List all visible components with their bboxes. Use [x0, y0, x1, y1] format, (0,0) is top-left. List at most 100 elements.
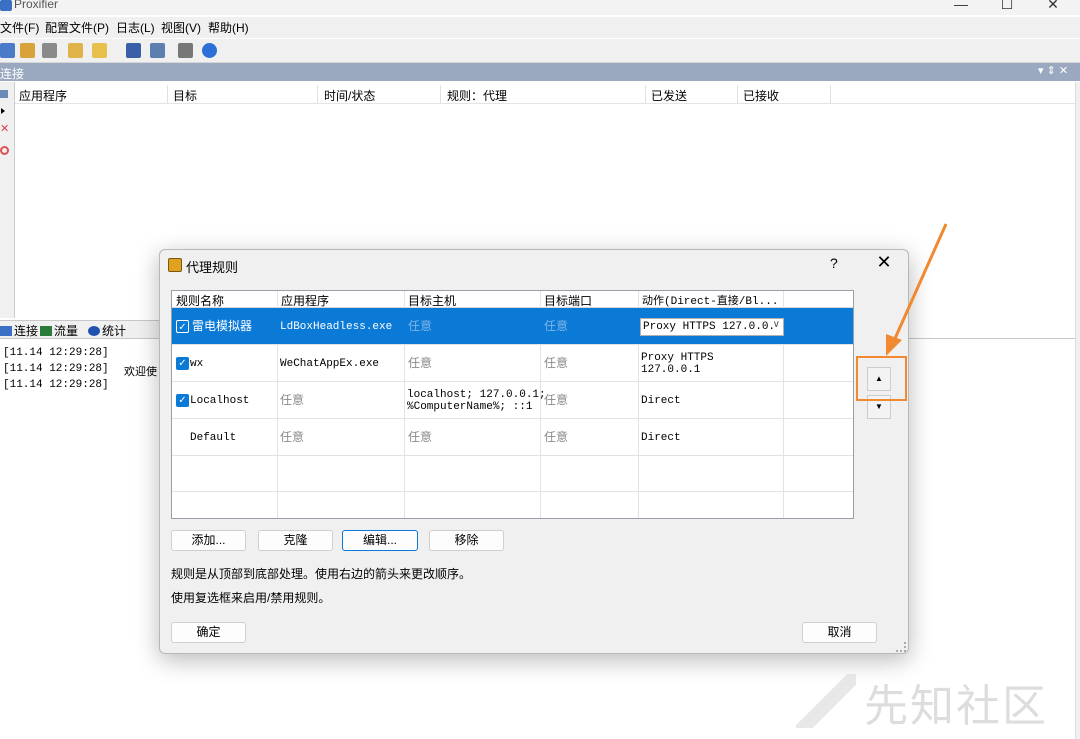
toolbar — [0, 39, 1080, 63]
rule-row[interactable]: Default 任意 任意 任意 Direct — [172, 419, 853, 456]
bottom-tab-bar: 连接 流量 统计 — [0, 320, 170, 338]
hint-checkbox-text: 使用复选框来启用/禁用规则。 — [171, 591, 331, 605]
rule-target-port: 任意 — [544, 319, 569, 333]
col-divider[interactable] — [440, 85, 441, 103]
highlight-box — [856, 356, 907, 401]
rule-target-port: 任意 — [544, 430, 569, 444]
connections-panel-header: 连接 ▾ ⇕ ✕ — [0, 63, 1080, 81]
col-application[interactable]: 应用程序 — [19, 87, 67, 104]
watermark-logo-icon — [796, 674, 856, 728]
block-icon[interactable] — [0, 146, 9, 155]
print-icon[interactable] — [178, 43, 193, 58]
tab-traffic[interactable]: 流量 — [40, 322, 78, 338]
col-time-status[interactable]: 时间/状态 — [324, 87, 375, 104]
export-icon[interactable] — [150, 43, 165, 58]
menu-profile[interactable]: 配置文件(P) — [45, 19, 109, 36]
empty-row — [172, 456, 853, 492]
close-connection-icon[interactable]: ✕ — [0, 122, 9, 135]
chevron-down-icon: ∨ — [772, 319, 780, 330]
help-icon[interactable] — [202, 43, 217, 58]
tab-statistics-label: 统计 — [102, 324, 127, 338]
rule-target-port: 任意 — [544, 356, 569, 370]
statistics-tab-icon — [88, 326, 100, 336]
rule-row[interactable]: ✓ Localhost 任意 localhost; 127.0.0.1; %Co… — [172, 382, 853, 419]
rule-enabled-checkbox[interactable]: ✓ — [176, 357, 189, 370]
window-title: Proxifier — [14, 0, 59, 11]
connections-panel-title: 连接 — [0, 67, 25, 81]
cancel-button[interactable]: 取消 — [802, 622, 877, 643]
remove-rule-button[interactable]: 移除 — [429, 530, 504, 551]
rule-name: Localhost — [190, 395, 250, 407]
rule-action-select[interactable]: Proxy HTTPS 127.0.0. ∨ — [640, 318, 784, 336]
menu-help[interactable]: 帮助(H) — [208, 19, 249, 36]
dialog-close-button[interactable]: ✕ — [872, 252, 896, 273]
connections-side-toolbar: ✕ — [0, 82, 15, 318]
tab-connections[interactable]: 连接 — [0, 322, 38, 338]
rule-name: Default — [190, 432, 237, 444]
col-divider[interactable] — [645, 85, 646, 103]
save-icon[interactable] — [126, 43, 141, 58]
rule-application: WeChatAppEx.exe — [280, 358, 380, 370]
col-rule-name[interactable]: 规则名称 — [176, 292, 276, 309]
connections-tab-icon — [0, 326, 12, 336]
tree-icon[interactable] — [0, 90, 8, 98]
main-scrollbar[interactable] — [1075, 82, 1080, 739]
menu-view[interactable]: 视图(V) — [161, 19, 201, 36]
open-profile-icon[interactable] — [92, 43, 107, 58]
menu-bar: 文件(F) 配置文件(P) 日志(L) 视图(V) 帮助(H) — [0, 17, 1080, 38]
traffic-tab-icon — [40, 326, 52, 336]
col-rule-port[interactable]: 目标端口 — [544, 292, 634, 309]
rule-action: Direct — [641, 395, 681, 407]
watermark-text: 先知社区 — [864, 681, 1048, 732]
rule-action-value: Proxy HTTPS 127.0.0. — [643, 321, 776, 333]
rule-name: wx — [190, 358, 204, 370]
rule-application: 任意 — [280, 430, 305, 444]
rule-enabled-checkbox[interactable]: ✓ — [176, 320, 189, 333]
menu-file[interactable]: 文件(F) — [0, 19, 39, 36]
new-profile-icon[interactable] — [0, 43, 15, 58]
col-rule-proxy[interactable]: 规则：代理 — [447, 87, 507, 104]
log-line-time: [11.14 12:29:28] — [3, 347, 109, 359]
col-sent[interactable]: 已发送 — [651, 87, 687, 104]
ok-button[interactable]: 确定 — [171, 622, 246, 643]
col-received[interactable]: 已接收 — [743, 87, 779, 104]
rule-row[interactable]: ✓ 雷电模拟器 LdBoxHeadless.exe 任意 任意 Proxy HT… — [172, 308, 853, 345]
rules-icon[interactable] — [20, 43, 35, 58]
col-divider[interactable] — [167, 85, 168, 103]
close-window-button[interactable]: ✕ — [1030, 0, 1076, 14]
rules-table: 规则名称 应用程序 目标主机 目标端口 动作(Direct-直接/Bl... ✓… — [171, 290, 854, 519]
rule-row[interactable]: ✓ wx WeChatAppEx.exe 任意 任意 Proxy HTTPS 1… — [172, 345, 853, 382]
rule-action-line: Proxy HTTPS — [641, 352, 714, 364]
rule-target-host-line: %ComputerName%; ::1 — [407, 401, 533, 413]
minimize-button[interactable]: — — [938, 0, 984, 14]
expand-icon[interactable] — [1, 108, 5, 114]
resize-grip-icon[interactable] — [896, 642, 906, 652]
rule-application: LdBoxHeadless.exe — [280, 321, 393, 333]
col-target[interactable]: 目标 — [173, 87, 197, 104]
tab-statistics[interactable]: 统计 — [88, 322, 126, 338]
col-rule-host[interactable]: 目标主机 — [408, 292, 538, 309]
clone-rule-button[interactable]: 克隆 — [258, 530, 333, 551]
panel-controls[interactable]: ▾ ⇕ ✕ — [1038, 64, 1068, 77]
col-rule-action[interactable]: 动作(Direct-直接/Bl... — [642, 292, 782, 308]
connections-table-header: 应用程序 目标 时间/状态 规则：代理 已发送 已接收 — [15, 83, 1075, 104]
log-line-message: 欢迎使 — [124, 365, 157, 378]
col-divider[interactable] — [317, 85, 318, 103]
menu-log[interactable]: 日志(L) — [116, 19, 155, 36]
maximize-button[interactable]: ☐ — [984, 0, 1030, 14]
add-rule-button[interactable]: 添加... — [171, 530, 246, 551]
rule-target-host: 任意 — [408, 430, 433, 444]
title-bar: Proxifier — ☐ ✕ — [0, 0, 1080, 15]
proxy-servers-icon[interactable] — [42, 43, 57, 58]
rule-target-host: 任意 — [408, 319, 433, 333]
rule-action-line: 127.0.0.1 — [641, 364, 701, 376]
rule-enabled-checkbox[interactable]: ✓ — [176, 394, 189, 407]
dialog-help-button[interactable]: ? — [830, 255, 838, 271]
name-resolution-icon[interactable] — [68, 43, 83, 58]
edit-rule-button[interactable]: 编辑... — [342, 530, 418, 551]
col-divider[interactable] — [737, 85, 738, 103]
col-divider[interactable] — [830, 85, 831, 103]
rule-target-host-line: localhost; 127.0.0.1; — [407, 389, 546, 401]
col-rule-app[interactable]: 应用程序 — [281, 292, 401, 309]
tab-traffic-label: 流量 — [54, 324, 79, 338]
